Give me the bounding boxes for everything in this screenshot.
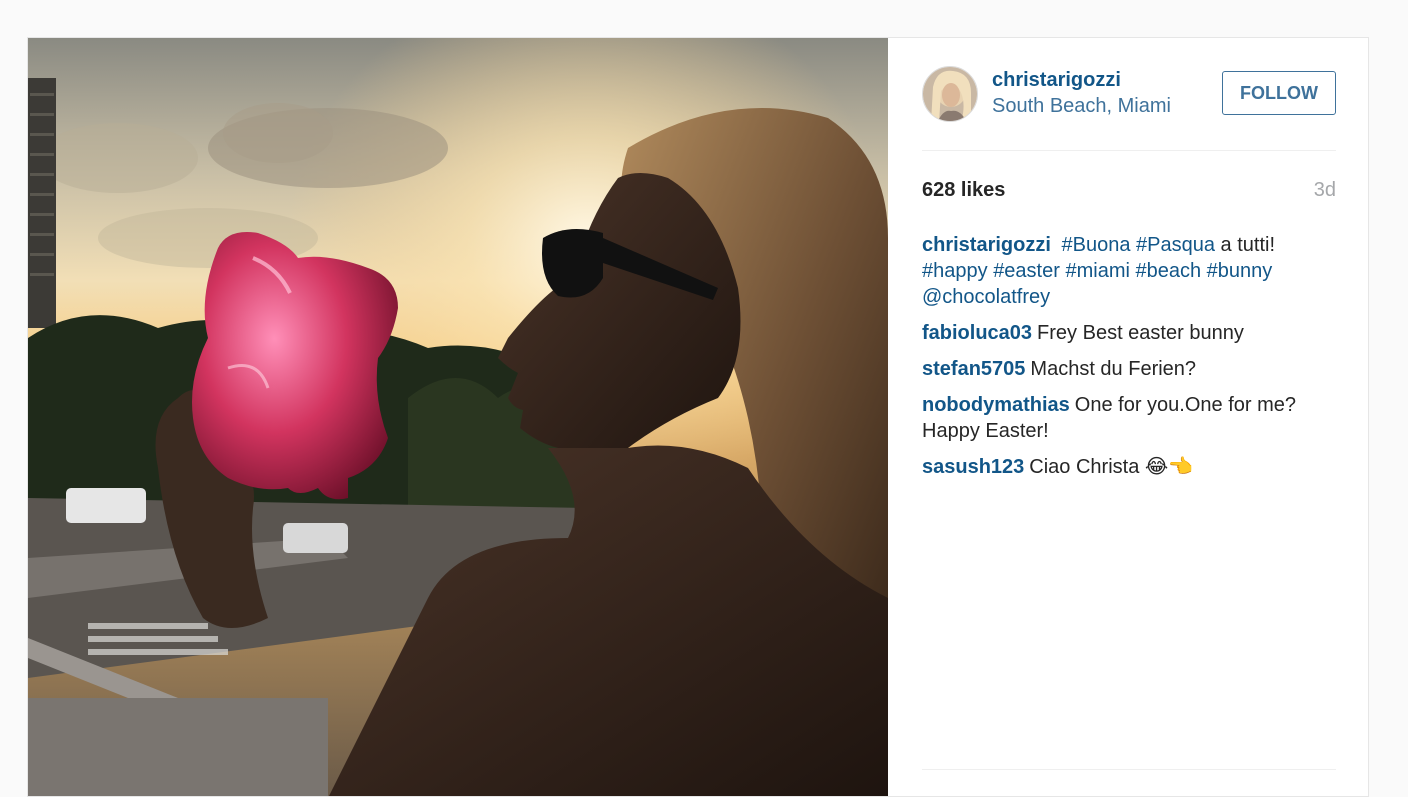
avatar-image: [923, 67, 977, 121]
comment-text: Ciao Christa 😂👈: [1029, 456, 1194, 478]
comment-user-link[interactable]: sasush123: [922, 456, 1024, 478]
comment-user-link[interactable]: stefan5705: [922, 358, 1025, 380]
post-sidebar: christarigozzi South Beach, Miami FOLLOW…: [888, 38, 1368, 796]
location-link[interactable]: South Beach, Miami: [992, 95, 1171, 118]
hashtag-link[interactable]: #beach: [1135, 260, 1201, 282]
comment-text: Machst du Ferien?: [1030, 358, 1197, 380]
username-link[interactable]: christarigozzi: [992, 69, 1121, 92]
comment-item: stefan5705 Machst du Ferien?: [922, 356, 1336, 382]
post-card: christarigozzi South Beach, Miami FOLLOW…: [27, 37, 1369, 797]
post-photo[interactable]: [28, 38, 888, 796]
comment-user-link[interactable]: nobodymathias: [922, 394, 1070, 416]
caption: christarigozzi #Buona #Pasqua a tutti! #…: [922, 232, 1336, 310]
caption-text: a tutti!: [1220, 234, 1276, 256]
post-time[interactable]: 3d: [1314, 179, 1336, 202]
photo-illustration: [28, 38, 888, 796]
comment-item: nobodymathias One for you.One for me? Hap…: [922, 392, 1336, 444]
hashtag-link[interactable]: #happy: [922, 260, 988, 282]
caption-user-link[interactable]: christarigozzi: [922, 234, 1051, 256]
likes-count[interactable]: 628 likes: [922, 179, 1005, 202]
hashtag-link[interactable]: #Pasqua: [1136, 234, 1215, 256]
avatar[interactable]: [922, 66, 978, 122]
comments-list: christarigozzi #Buona #Pasqua a tutti! #…: [922, 232, 1336, 490]
hashtag-link[interactable]: #bunny: [1207, 260, 1273, 282]
hashtag-link[interactable]: #Buona: [1061, 234, 1130, 256]
comments-divider: [922, 769, 1336, 770]
comment-user-link[interactable]: fabioluca03: [922, 322, 1032, 344]
follow-button[interactable]: FOLLOW: [1222, 71, 1336, 115]
hashtag-link[interactable]: #easter: [993, 260, 1060, 282]
comment-item: fabioluca03 Frey Best easter bunny: [922, 320, 1336, 346]
comment-text: Frey Best easter bunny: [1037, 322, 1244, 344]
comment-item: sasush123 Ciao Christa 😂👈: [922, 454, 1336, 480]
mention-link[interactable]: @chocolatfrey: [922, 286, 1050, 308]
hashtag-link[interactable]: #miami: [1065, 260, 1129, 282]
post-header: christarigozzi South Beach, Miami FOLLOW: [922, 38, 1336, 151]
